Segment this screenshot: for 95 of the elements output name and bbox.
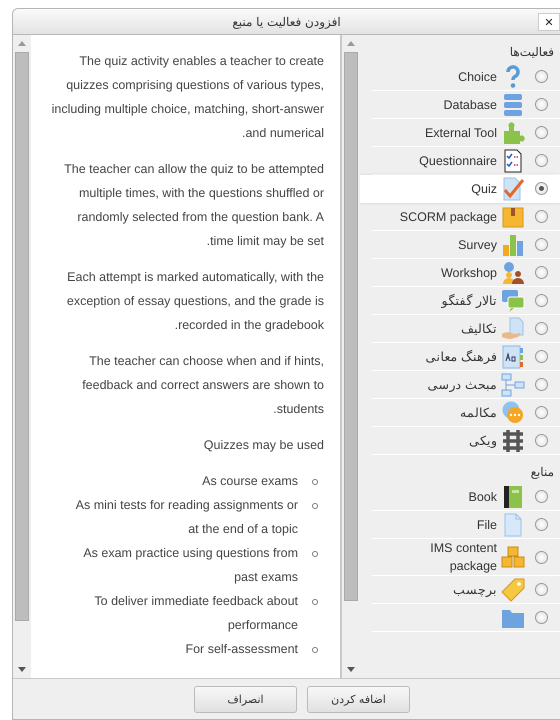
activity-option[interactable]: Workshop [372, 259, 560, 287]
radio-button[interactable] [535, 434, 548, 447]
activity-option[interactable]: Book [372, 483, 560, 511]
activity-label: مبحث درسی [428, 376, 497, 394]
radio-button[interactable] [535, 550, 548, 564]
list-item-text: To deliver immediate feedback about performance [93, 593, 298, 634]
speech-bubbles-icon [501, 288, 525, 312]
activity-label: فرهنگ معانی [426, 348, 497, 366]
activity-option[interactable]: Survey [372, 231, 560, 259]
bullet-icon [312, 647, 318, 653]
bar-chart-icon [501, 232, 525, 256]
scrollbar[interactable] [13, 35, 31, 678]
box-icon [501, 204, 525, 228]
description-paragraph: The quiz activity enables a teacher to create quizzes comprising questions of various types, including multiple choice, matching, short-answer and numerical. [51, 53, 324, 142]
activity-option[interactable]: External Tool [372, 119, 560, 147]
radio-button[interactable] [535, 294, 548, 307]
bullet-icon [312, 503, 318, 509]
activity-label: Choice [458, 68, 497, 86]
tag-icon [501, 578, 525, 602]
people-icon [501, 260, 525, 284]
chat-bubbles-icon [501, 400, 525, 424]
hand-document-icon [501, 316, 525, 340]
activity-label: Book [468, 488, 497, 506]
activity-label: IMS content package [429, 540, 497, 575]
dialog-button[interactable]: انصراف [194, 686, 297, 712]
radio-button[interactable] [535, 518, 548, 531]
description-paragraph: The teacher can choose when and if hints, feedback and correct answers are shown to students. [81, 353, 324, 418]
activity-option[interactable]: Quiz [360, 175, 560, 203]
section-heading: منابع [530, 464, 555, 481]
dictionary-icon [501, 344, 525, 368]
radio-button[interactable] [535, 98, 548, 111]
list-item-text: For self-assessment [185, 641, 298, 658]
stacked-boxes-icon [501, 545, 525, 569]
flowchart-icon [501, 372, 525, 396]
radio-button[interactable] [535, 126, 548, 139]
activity-label: ویکی [469, 432, 497, 450]
description-paragraph: Quizzes may be used [202, 437, 324, 454]
activity-label: تالار گفتگو [442, 292, 497, 310]
activity-option[interactable]: Choice [372, 63, 560, 91]
activity-option[interactable]: File [372, 511, 560, 539]
activity-option[interactable]: مکالمه [372, 399, 560, 427]
checkmark-document-icon [501, 176, 525, 200]
activity-label: File [476, 516, 497, 534]
list-item-text: As course exams [202, 473, 298, 490]
database-icon [501, 92, 525, 116]
activity-label: Database [443, 96, 497, 114]
activity-option[interactable]: Database [372, 91, 560, 119]
list-item-text: As exam practice using questions from past exams [82, 545, 298, 586]
bullet-icon [312, 479, 318, 485]
puzzle-piece-icon [501, 120, 525, 144]
activity-label: مکالمه [460, 404, 497, 422]
close-button[interactable]: ✕ [538, 13, 560, 31]
grid-tiles-icon [501, 428, 525, 452]
description-paragraph: Each attempt is marked automatically, with the exception of essay questions, and the grade is recorded in the gradebook. [66, 269, 324, 334]
radio-button[interactable] [535, 611, 548, 624]
activity-label: Workshop [440, 264, 497, 282]
activity-option[interactable]: برچسب [372, 576, 560, 604]
activity-label: برچسب [453, 582, 497, 598]
radio-button[interactable] [535, 266, 548, 279]
section-heading: فعالیت‌ها [508, 44, 555, 61]
radio-button[interactable] [535, 182, 548, 195]
bullet-icon [312, 599, 318, 605]
scroll-up-arrow-icon[interactable] [347, 41, 355, 46]
activity-option[interactable]: تالار گفتگو [372, 287, 560, 315]
radio-button[interactable] [535, 238, 548, 251]
activity-label: SCORM package [400, 208, 497, 226]
radio-button[interactable] [535, 378, 548, 391]
activity-option[interactable]: فرهنگ معانی [372, 343, 560, 371]
radio-button[interactable] [535, 490, 548, 503]
scroll-up-arrow-icon[interactable] [18, 41, 26, 46]
radio-button[interactable] [535, 406, 548, 419]
activity-label: تکالیف [461, 320, 497, 338]
radio-button[interactable] [535, 350, 548, 363]
bullet-icon [312, 551, 318, 557]
activity-label: Questionnaire [419, 152, 497, 170]
activity-option[interactable]: SCORM package [372, 203, 560, 231]
scroll-down-arrow-icon[interactable] [347, 667, 355, 672]
radio-button[interactable] [535, 210, 548, 223]
book-icon [501, 484, 525, 508]
activity-label: External Tool [424, 124, 497, 142]
activity-option[interactable]: ویکی [372, 427, 560, 455]
dialog-button[interactable]: اضافه کردن [307, 686, 410, 712]
list-item-text: As mini tests for reading assignments or at the end of a topic [74, 497, 298, 538]
radio-button[interactable] [535, 154, 548, 167]
scroll-down-arrow-icon[interactable] [18, 667, 26, 672]
radio-button[interactable] [535, 70, 548, 83]
window-title: افزودن فعالیت یا منبع [232, 14, 341, 28]
description-paragraph: The teacher can allow the quiz to be attempted multiple times, with the questions shuffled or randomly selected from the question bank. A time limit may be set. [63, 161, 324, 250]
radio-button[interactable] [535, 583, 548, 596]
activity-option[interactable]: IMS content package [372, 539, 560, 576]
activity-label: Survey [458, 236, 497, 254]
activity-label: Quiz [471, 180, 497, 198]
activity-option[interactable]: تکالیف [372, 315, 560, 343]
radio-button[interactable] [535, 322, 548, 335]
activity-option[interactable]: مبحث درسی [372, 371, 560, 399]
